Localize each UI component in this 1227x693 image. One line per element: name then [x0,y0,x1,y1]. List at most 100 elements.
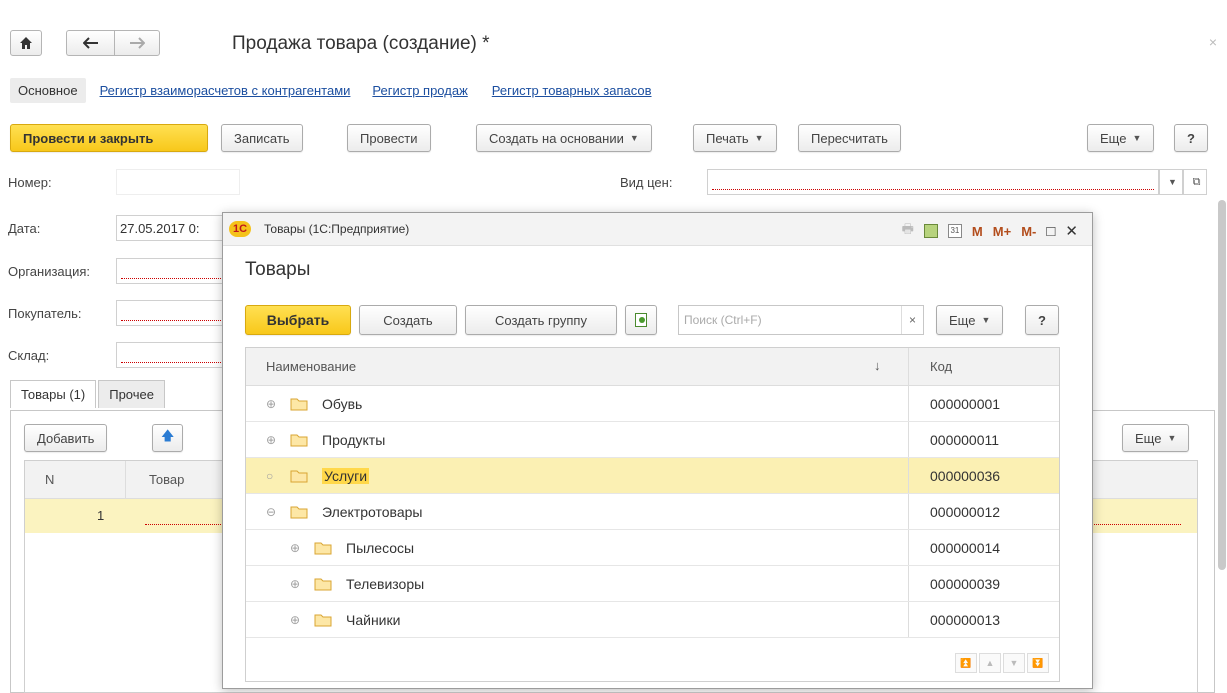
tab-main[interactable]: Основное [10,78,86,103]
item-name-cell: ⊕ Обувь [266,386,362,422]
col-divider [908,422,909,457]
memory-minus-icon[interactable]: M- [1021,224,1036,239]
tab-goods[interactable]: Товары (1) [10,380,97,408]
dialog-window-title: Товары (1С:Предприятие) [264,222,410,236]
move-up-button[interactable]: 🡅 [152,424,184,452]
list-item[interactable]: ⊖ Электротовары 000000012 [246,494,1059,530]
home-icon [20,37,32,49]
select-button[interactable]: Выбрать [245,305,351,335]
add-row-button[interactable]: Добавить [24,424,108,452]
price-type-dropdown-icon[interactable]: ▼ [1159,169,1183,195]
print-button[interactable]: Печать ▼ [693,124,777,152]
sort-arrow-icon: ↓ [874,358,881,373]
last-page-icon[interactable]: ⏬ [1027,653,1049,673]
item-code: 000000014 [930,540,1001,556]
form-tabs: Основное Регистр взаиморасчетов с контра… [10,78,652,103]
folder-icon [314,542,332,555]
tab-stock-register[interactable]: Регистр товарных запасов [492,83,652,98]
list-item[interactable]: ○ Услуги 000000036 [246,458,1059,494]
list-item[interactable]: ⊕ Пылесосы 000000014 [246,530,1059,566]
first-page-icon[interactable]: ⏫ [955,653,977,673]
post-button[interactable]: Провести [347,124,431,152]
expand-icon[interactable]: ⊖ [266,505,280,519]
date-field[interactable]: 27.05.2017 0: [116,215,226,241]
item-name-cell: ⊖ Электротовары [266,494,422,530]
list-item[interactable]: ⊕ Продукты 000000011 [246,422,1059,458]
calculator-icon[interactable] [923,224,938,238]
item-code: 000000013 [930,612,1001,628]
scrollbar[interactable] [1218,200,1226,570]
col-code-header[interactable]: Код [930,359,952,374]
expand-icon[interactable]: ⊕ [290,577,304,591]
price-type-field[interactable] [707,169,1159,195]
item-name: Электротовары [322,504,423,520]
item-name-cell: ⊕ Телевизоры [290,566,424,602]
dialog-titlebar: 1С Товары (1С:Предприятие) 🖶 31 M M+ M- … [223,213,1092,246]
print-label: Печать [706,130,749,146]
open-icon[interactable]: ⧉ [1183,169,1207,195]
create-button[interactable]: Создать [359,305,457,335]
expand-icon[interactable]: ⊕ [290,541,304,555]
item-name: Обувь [322,396,363,412]
dialog-more-button[interactable]: Еще ▼ [936,305,1004,335]
list-item[interactable]: ⊕ Чайники 000000013 [246,602,1059,638]
expand-icon[interactable]: ○ [266,469,280,483]
create-based-on-button[interactable]: Создать на основании ▼ [476,124,652,152]
create-group-button[interactable]: Создать группу [465,305,617,335]
buyer-field[interactable] [116,300,226,326]
arrow-up-icon: 🡅 [161,428,175,443]
col-divider [908,386,909,421]
warehouse-field[interactable] [116,342,226,368]
folder-icon [314,578,332,591]
arrow-right-icon [130,37,145,49]
number-field[interactable] [116,169,240,195]
item-name: Телевизоры [346,576,425,592]
tab-settlements-register[interactable]: Регистр взаиморасчетов с контрагентами [100,83,351,98]
organization-field[interactable] [116,258,226,284]
home-button[interactable] [10,30,42,56]
back-button[interactable] [66,30,114,56]
forward-button[interactable] [114,30,160,56]
save-button[interactable]: Записать [221,124,303,152]
next-page-icon[interactable]: ▼ [1003,653,1025,673]
dialog-help-button[interactable]: ? [1025,305,1059,335]
printer-icon[interactable]: 🖶 [902,220,914,242]
post-and-close-button[interactable]: Провести и закрыть [10,124,208,152]
close-icon[interactable]: × [1209,34,1217,50]
item-code: 000000011 [930,432,1000,448]
more-label: Еще [1100,130,1127,146]
expand-icon[interactable]: ⊕ [266,397,280,411]
close-icon[interactable]: ✕ [1065,222,1078,240]
1c-logo-icon: 1С [229,221,251,237]
maximize-icon[interactable]: □ [1046,223,1055,240]
prev-page-icon[interactable]: ▲ [979,653,1001,673]
arrow-left-icon [82,37,98,49]
tab-sales-register[interactable]: Регистр продаж [372,83,467,98]
goods-list: Наименование ↓ Код ⊕ Обувь 000000001 ⊕ Проду… [245,347,1060,682]
dialog-toolbar: Выбрать Создать Создать группу [245,305,665,335]
tab-other[interactable]: Прочее [98,380,165,408]
list-item[interactable]: ⊕ Обувь 000000001 [246,386,1059,422]
item-name-cell: ⊕ Продукты [266,422,385,458]
item-code: 000000036 [930,468,1001,484]
col-n-header: N [45,472,55,487]
col-name-header[interactable]: Наименование [266,359,356,374]
clear-search-icon[interactable]: × [901,306,923,334]
item-name: Чайники [346,612,401,628]
table-more-button[interactable]: Еще ▼ [1122,424,1190,452]
copy-button[interactable] [625,305,657,335]
list-item[interactable]: ⊕ Телевизоры 000000039 [246,566,1059,602]
table-more-label: Еще [1135,430,1162,446]
calendar-icon[interactable]: 31 [947,224,962,238]
col-divider [908,348,909,385]
recalculate-button[interactable]: Пересчитать [798,124,901,152]
memory-icon[interactable]: M [972,224,983,239]
expand-icon[interactable]: ⊕ [290,613,304,627]
more-button[interactable]: Еще ▼ [1087,124,1155,152]
memory-plus-icon[interactable]: M+ [993,224,1011,239]
warehouse-label: Склад: [8,348,50,363]
help-button[interactable]: ? [1174,124,1208,152]
list-pager: ⏫ ▲ ▼ ⏬ [955,653,1049,673]
search-input[interactable]: Поиск (Ctrl+F) × [678,305,924,335]
expand-icon[interactable]: ⊕ [266,433,280,447]
